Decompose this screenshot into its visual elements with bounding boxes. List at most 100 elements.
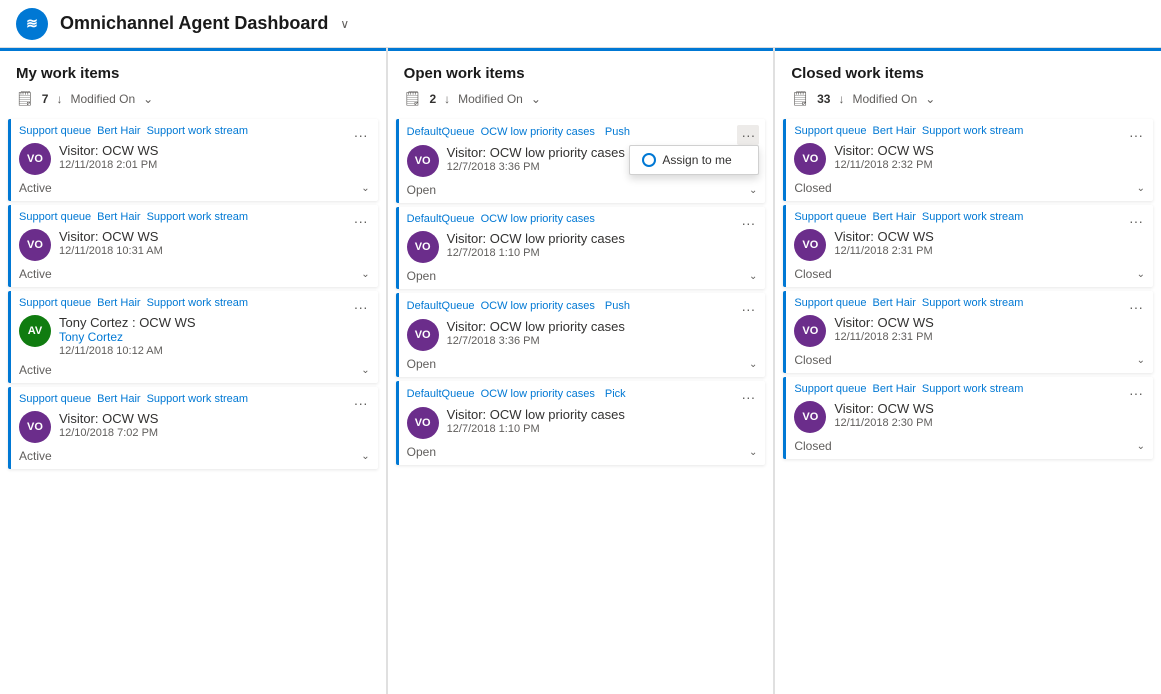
work-item-cwi-4: Support queue Bert Hair Support work strea… [783,377,1153,459]
item-status-row-cwi-2: Closed⌄ [786,265,1153,287]
item-tag[interactable]: Support work stream [147,125,248,137]
item-more-button[interactable]: ··· [350,297,372,317]
item-expand-chevron-icon[interactable]: ⌄ [749,185,757,196]
item-tag[interactable]: Support work stream [147,211,248,223]
item-expand-chevron-icon[interactable]: ⌄ [1137,269,1145,280]
item-tag[interactable]: Support queue [794,211,866,223]
item-tag[interactable]: DefaultQueue [407,213,475,225]
item-more-button[interactable]: ··· [1125,125,1147,145]
item-tag[interactable]: OCW low priority cases [481,300,595,312]
item-tag[interactable]: Support work stream [147,297,248,309]
title-chevron-icon[interactable]: ∨ [340,17,349,31]
sort-down-icon[interactable]: ↓ [444,92,450,106]
item-name: Tony Cortez : OCW WS [59,315,370,330]
item-tag[interactable]: Support queue [19,393,91,405]
item-more-button[interactable]: ··· [737,299,759,319]
work-item-owi-1: DefaultQueue OCW low priority cases Push ··… [396,119,766,203]
item-tag[interactable]: DefaultQueue [407,388,475,400]
item-tag[interactable]: Bert Hair [873,383,916,395]
item-tag[interactable]: Bert Hair [873,297,916,309]
item-name: Visitor: OCW WS [59,143,370,158]
item-status-row-cwi-1: Closed ⌄ [786,179,1153,201]
item-tag[interactable]: DefaultQueue [407,300,475,312]
item-status-label: Closed [794,181,831,195]
item-tag[interactable]: Bert Hair [873,211,916,223]
assign-to-me-button[interactable]: Assign to me [630,146,758,174]
item-expand-chevron-icon[interactable]: ⌄ [361,365,369,376]
item-more-button[interactable]: ··· [350,125,372,145]
item-tag[interactable]: Support queue [19,211,91,223]
item-tag[interactable]: Bert Hair [873,125,916,137]
item-body-owi-3: VOVisitor: OCW low priority cases12/7/20… [399,315,766,355]
item-date: 12/11/2018 2:01 PM [59,159,370,171]
item-expand-chevron-icon[interactable]: ⌄ [361,183,369,194]
item-expand-chevron-icon[interactable]: ⌄ [361,451,369,462]
work-item-owi-4: DefaultQueueOCW low priority casesPick··… [396,381,766,465]
item-tag[interactable]: OCW low priority cases [481,213,595,225]
item-tag[interactable]: OCW low priority cases [481,388,595,400]
item-expand-chevron-icon[interactable]: ⌄ [1137,355,1145,366]
item-status-row-owi-3: Open⌄ [399,355,766,377]
item-name: Visitor: OCW WS [834,315,1145,330]
item-info: Visitor: OCW WS12/11/2018 2:31 PM [834,315,1145,343]
item-tag[interactable]: Bert Hair [97,211,140,223]
avatar: AV [19,315,51,347]
item-push-pick-label: Push [601,125,634,139]
item-tag[interactable]: Support work stream [922,125,1023,137]
item-info: Visitor: OCW low priority cases12/7/2018… [447,407,758,435]
item-expand-chevron-icon[interactable]: ⌄ [361,269,369,280]
item-expand-chevron-icon[interactable]: ⌄ [1137,441,1145,452]
item-tag[interactable]: Support work stream [922,297,1023,309]
item-tag[interactable]: Support work stream [922,211,1023,223]
item-more-button[interactable]: ··· [1125,383,1147,403]
item-tags-owi-3: DefaultQueueOCW low priority casesPush [399,293,766,315]
item-tag[interactable]: Support queue [19,125,91,137]
item-more-button[interactable]: ··· [737,213,759,233]
column-controls-closed-work-items: 🗒 33 ↓ Modified On ⌄ [791,90,1145,107]
item-more-button[interactable]: ··· [737,387,759,407]
item-more-button[interactable]: ··· [350,211,372,231]
item-tag[interactable]: DefaultQueue [407,126,475,138]
item-expand-chevron-icon[interactable]: ⌄ [749,359,757,370]
item-more-button[interactable]: ··· [1125,297,1147,317]
item-tag[interactable]: Support queue [794,383,866,395]
item-expand-chevron-icon[interactable]: ⌄ [1137,183,1145,194]
item-body-owi-4: VOVisitor: OCW low priority cases12/7/20… [399,403,766,443]
avatar: VO [794,315,826,347]
item-tag[interactable]: Support work stream [147,393,248,405]
item-tag[interactable]: OCW low priority cases [481,126,595,138]
item-date: 12/11/2018 2:31 PM [834,331,1145,343]
item-more-button[interactable]: ··· [737,125,759,145]
item-expand-chevron-icon[interactable]: ⌄ [749,447,757,458]
sort-down-icon[interactable]: ↓ [56,92,62,106]
work-item-mwi-3: Support queue Bert Hair Support work strea… [8,291,378,383]
item-body-owi-2: VOVisitor: OCW low priority cases12/7/20… [399,227,766,267]
item-tag[interactable]: Support queue [794,125,866,137]
sort-down-icon[interactable]: ↓ [838,92,844,106]
item-date: 12/7/2018 1:10 PM [447,247,758,259]
app-title: Omnichannel Agent Dashboard [60,13,328,34]
item-info: Visitor: OCW low priority cases12/7/2018… [447,231,758,259]
item-tags-cwi-3: Support queue Bert Hair Support work strea… [786,291,1153,311]
item-more-button[interactable]: ··· [1125,211,1147,231]
item-body-mwi-3: AVTony Cortez : OCW WSTony Cortez12/11/2… [11,311,378,361]
sort-chevron-icon[interactable]: ⌄ [143,92,153,106]
column-controls-my-work-items: 🗒 7 ↓ Modified On ⌄ [16,90,370,107]
item-tag[interactable]: Bert Hair [97,125,140,137]
item-tag[interactable]: Bert Hair [97,393,140,405]
item-tag[interactable]: Bert Hair [97,297,140,309]
sort-chevron-icon[interactable]: ⌄ [531,92,541,106]
item-tags-mwi-3: Support queue Bert Hair Support work strea… [11,291,378,311]
assign-popup-menu: Assign to me [629,145,759,175]
item-expand-chevron-icon[interactable]: ⌄ [749,271,757,282]
item-status-row-mwi-2: Active⌄ [11,265,378,287]
avatar: VO [19,411,51,443]
work-item-mwi-4: Support queue Bert Hair Support work strea… [8,387,378,469]
sort-chevron-icon[interactable]: ⌄ [925,92,935,106]
item-tag[interactable]: Support queue [794,297,866,309]
edit-icon: 🗒 [404,90,422,107]
item-tag[interactable]: Support queue [19,297,91,309]
item-tag[interactable]: Support work stream [922,383,1023,395]
item-sub-link[interactable]: Tony Cortez [59,330,370,344]
item-more-button[interactable]: ··· [350,393,372,413]
